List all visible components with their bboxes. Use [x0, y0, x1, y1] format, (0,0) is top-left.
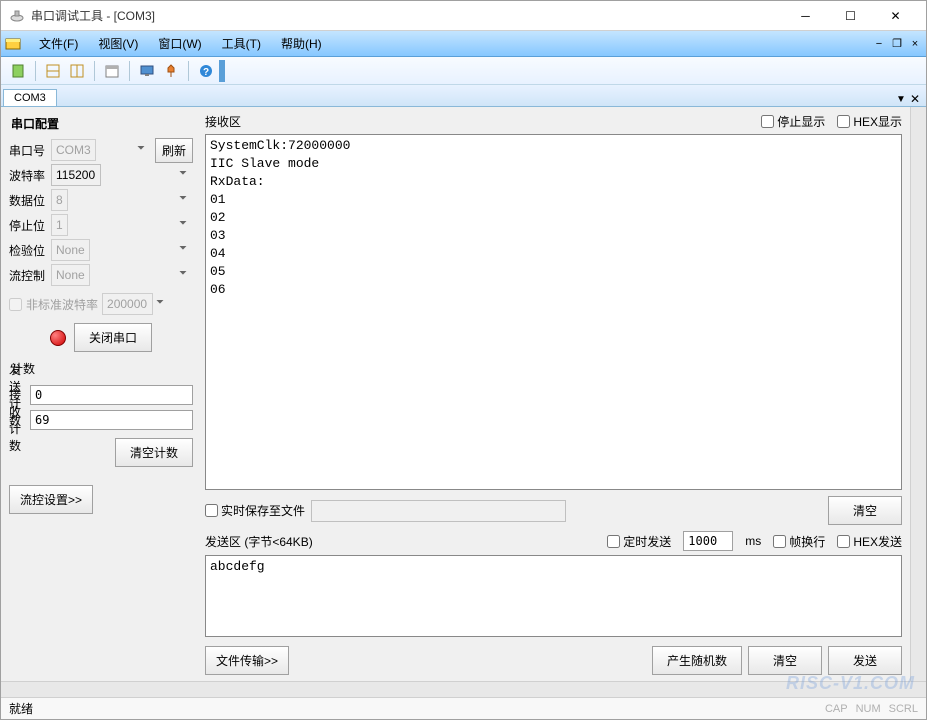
- parity-label: 检验位: [9, 242, 51, 259]
- custom-baud-checkbox[interactable]: [9, 298, 22, 311]
- tool-display-icon[interactable]: [136, 60, 158, 82]
- statusbar: 就绪 CAP NUM SCRL: [1, 697, 926, 719]
- status-cap: CAP: [825, 703, 848, 715]
- receive-clear-button[interactable]: 清空: [828, 496, 902, 525]
- hex-display-label: HEX显示: [853, 113, 902, 130]
- save-row: 实时保存至文件 清空: [205, 496, 902, 525]
- send-textarea[interactable]: abcdefg: [205, 555, 902, 637]
- mdi-restore-button[interactable]: ❐: [890, 37, 904, 51]
- vertical-scrollbar[interactable]: [910, 107, 926, 681]
- parity-select[interactable]: None: [51, 239, 90, 261]
- tool-calendar-icon[interactable]: [101, 60, 123, 82]
- tool-new-icon[interactable]: [7, 60, 29, 82]
- refresh-button[interactable]: 刷新: [155, 138, 193, 163]
- databits-select[interactable]: 8: [51, 189, 68, 211]
- tab-com3[interactable]: COM3: [3, 89, 57, 106]
- toolbar: ?: [1, 57, 926, 85]
- toolbar-grip-icon: [219, 60, 227, 82]
- separator: [35, 61, 36, 81]
- port-select[interactable]: COM3: [51, 139, 96, 161]
- tool-layout1-icon[interactable]: [42, 60, 64, 82]
- menubar: 文件(F) 视图(V) 窗口(W) 工具(T) 帮助(H) − ❐ ×: [1, 31, 926, 57]
- menu-tools[interactable]: 工具(T): [212, 33, 271, 54]
- tool-help-icon[interactable]: ?: [195, 60, 217, 82]
- timer-value-input[interactable]: [683, 531, 733, 551]
- custom-baud-label: 非标准波特率: [26, 296, 98, 313]
- stop-display-checkbox[interactable]: [761, 115, 774, 128]
- window-title: 串口调试工具 - [COM3]: [31, 7, 783, 24]
- send-buttons: 文件传输>> 产生随机数 清空 发送: [205, 646, 902, 675]
- tab-close-icon[interactable]: ✕: [910, 92, 920, 106]
- send-clear-button[interactable]: 清空: [748, 646, 822, 675]
- status-scrl: SCRL: [889, 703, 918, 715]
- status-num: NUM: [856, 703, 881, 715]
- stopbits-label: 停止位: [9, 217, 51, 234]
- framewrap-label: 帧换行: [789, 533, 825, 550]
- close-port-button[interactable]: 关闭串口: [74, 323, 152, 352]
- menu-window[interactable]: 窗口(W): [148, 33, 211, 54]
- tx-count-input[interactable]: [30, 385, 193, 405]
- config-title: 串口配置: [11, 115, 193, 132]
- send-title: 发送区 (字节<64KB): [205, 533, 313, 550]
- separator: [94, 61, 95, 81]
- timer-send-label: 定时发送: [623, 533, 671, 550]
- menu-app-icon: [5, 36, 21, 52]
- send-button[interactable]: 发送: [828, 646, 902, 675]
- receive-title: 接收区: [205, 113, 241, 130]
- tool-layout2-icon[interactable]: [66, 60, 88, 82]
- flowctrl-select[interactable]: None: [51, 264, 90, 286]
- save-file-label: 实时保存至文件: [221, 502, 305, 519]
- app-icon: [9, 8, 25, 24]
- config-panel: 串口配置 串口号 COM3⏷ 刷新 波特率 115200⏷ 数据位 8⏷ 停止位…: [1, 107, 201, 681]
- timer-send-checkbox[interactable]: [607, 535, 620, 548]
- custom-baud-select[interactable]: 200000: [102, 293, 153, 315]
- menu-help[interactable]: 帮助(H): [271, 33, 332, 54]
- hex-send-checkbox[interactable]: [837, 535, 850, 548]
- save-file-checkbox[interactable]: [205, 504, 218, 517]
- separator: [188, 61, 189, 81]
- flow-settings-button[interactable]: 流控设置>>: [9, 485, 93, 514]
- hex-send-label: HEX发送: [853, 533, 902, 550]
- databits-label: 数据位: [9, 192, 51, 209]
- mdi-close-button[interactable]: ×: [908, 37, 922, 51]
- receive-textarea[interactable]: SystemClk:72000000 IIC Slave mode RxData…: [205, 134, 902, 490]
- save-path-input[interactable]: [311, 500, 566, 522]
- file-transfer-button[interactable]: 文件传输>>: [205, 646, 289, 675]
- svg-text:?: ?: [203, 67, 209, 78]
- horizontal-scrollbar[interactable]: [1, 681, 926, 697]
- status-text: 就绪: [9, 700, 33, 717]
- separator: [129, 61, 130, 81]
- menu-view[interactable]: 视图(V): [88, 33, 148, 54]
- stop-display-label: 停止显示: [777, 113, 825, 130]
- tab-dropdown-icon[interactable]: ▼: [896, 94, 906, 105]
- clear-count-button[interactable]: 清空计数: [115, 438, 193, 467]
- receive-group: 接收区 停止显示 HEX显示 SystemClk:72000000 IIC Sl…: [205, 113, 902, 490]
- right-panel: 接收区 停止显示 HEX显示 SystemClk:72000000 IIC Sl…: [201, 107, 910, 681]
- port-status-indicator: [50, 330, 66, 346]
- timer-unit-label: ms: [745, 534, 761, 548]
- maximize-button[interactable]: ☐: [828, 1, 873, 30]
- baud-label: 波特率: [9, 167, 51, 184]
- port-label: 串口号: [9, 142, 51, 159]
- tool-pin-icon[interactable]: [160, 60, 182, 82]
- menu-file[interactable]: 文件(F): [29, 33, 88, 54]
- mdi-minimize-button[interactable]: −: [872, 37, 886, 51]
- flowctrl-label: 流控制: [9, 267, 51, 284]
- titlebar: 串口调试工具 - [COM3] ─ ☐ ✕: [1, 1, 926, 31]
- rx-count-input[interactable]: [30, 410, 193, 430]
- stopbits-select[interactable]: 1: [51, 214, 68, 236]
- tabbar: COM3 ▼ ✕: [1, 85, 926, 107]
- close-button[interactable]: ✕: [873, 1, 918, 30]
- rx-count-label: 接收计数: [9, 386, 30, 454]
- random-button[interactable]: 产生随机数: [652, 646, 742, 675]
- count-title: 计数: [11, 360, 193, 377]
- minimize-button[interactable]: ─: [783, 1, 828, 30]
- baud-select[interactable]: 115200: [51, 164, 101, 186]
- hex-display-checkbox[interactable]: [837, 115, 850, 128]
- framewrap-checkbox[interactable]: [773, 535, 786, 548]
- send-group: 发送区 (字节<64KB) 定时发送 ms 帧换行 HEX发送 abcdefg: [205, 531, 902, 640]
